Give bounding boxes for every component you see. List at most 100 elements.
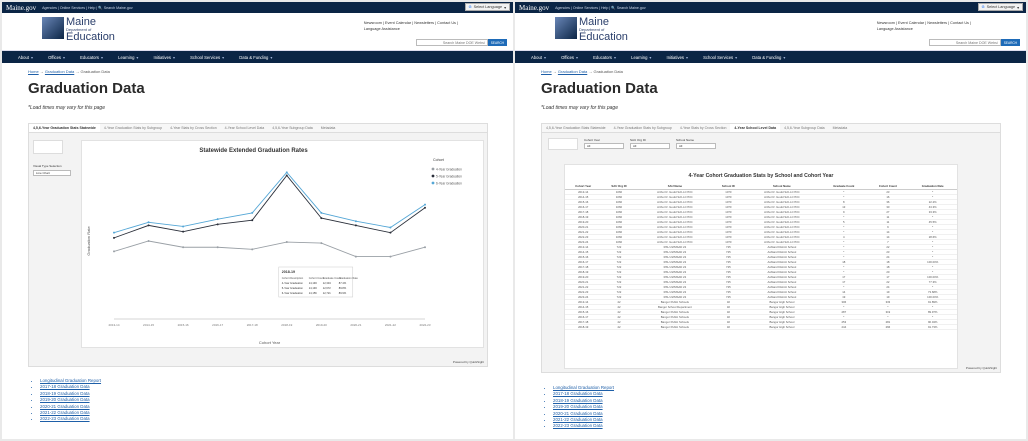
data-point xyxy=(320,217,323,220)
series-line xyxy=(113,240,426,258)
nav-educators[interactable]: Educators ▾ xyxy=(593,55,616,60)
legend-entry: 6-Year Graduation xyxy=(436,181,462,185)
data-point xyxy=(354,255,357,258)
tab-statewide[interactable]: 4,5,6-Year Graduation Stats Statewide xyxy=(29,124,100,132)
nav-school-services[interactable]: School Services ▾ xyxy=(703,55,737,60)
cohort-year-select[interactable]: All xyxy=(584,143,624,149)
nav-initiatives[interactable]: Initiatives ▾ xyxy=(667,55,689,60)
tab-statewide[interactable]: 4,5,6-Year Graduation Stats Statewide xyxy=(542,124,610,132)
tab-school-level[interactable]: 4-Year School Level Data xyxy=(221,124,269,132)
tooltip-cell: 89.9% xyxy=(339,291,347,295)
x-tick-label: 2020-21 xyxy=(350,323,361,327)
tab-cross-section[interactable]: 4-Year Stats by Cross Section xyxy=(676,124,731,132)
x-tick-label: 2017-18 xyxy=(247,323,258,327)
tooltip-header: Cohort Description xyxy=(282,276,304,280)
nav-data-funding[interactable]: Data & Funding ▾ xyxy=(752,55,785,60)
school-name-select[interactable]: All xyxy=(676,143,716,149)
nav-school-services[interactable]: School Services ▾ xyxy=(190,55,224,60)
data-point xyxy=(354,220,357,223)
crumb-parent[interactable]: Graduation Data xyxy=(558,69,587,74)
school-table-visual: 4-Year Cohort Graduation Stats by School… xyxy=(564,164,958,369)
doe-logo[interactable]: Maine Department of Education xyxy=(555,17,628,43)
crumb-home[interactable]: Home xyxy=(28,69,39,74)
state-outline-icon xyxy=(555,17,577,39)
table-cell: 266 xyxy=(867,324,909,330)
nav-initiatives[interactable]: Initiatives ▾ xyxy=(154,55,176,60)
statewide-chart: Statewide Extended Graduation Rates Cohor… xyxy=(81,140,484,348)
page-title: Graduation Data xyxy=(28,80,145,97)
chevron-down-icon: ▾ xyxy=(1017,5,1019,10)
data-point xyxy=(182,225,185,228)
filter-cohort-year: Cohort Year All xyxy=(584,138,624,150)
language-selector[interactable]: G Select Language ▾ xyxy=(464,3,510,11)
legend-entry: 4-Year Graduation xyxy=(436,167,462,171)
tab-school-level[interactable]: 4-Year School Level Data xyxy=(730,124,781,132)
tab-metadata[interactable]: Metadata xyxy=(829,124,852,132)
x-tick-label: 2014-15 xyxy=(143,323,154,327)
data-point xyxy=(424,206,426,209)
tab-subgroup[interactable]: 4-Year Graduation Stats by Subgroup xyxy=(610,124,676,132)
visual-type-select[interactable]: Line Chart xyxy=(33,170,71,176)
tooltip-cell: 12,721 xyxy=(323,291,331,295)
tab-subgroup-data[interactable]: 4,5,6-Year Subgroup Data xyxy=(780,124,829,132)
data-point xyxy=(216,246,219,249)
screenshot-school-level: Maine.gov Agencies | Online Services | H… xyxy=(515,2,1026,439)
tooltip-cell: 12,334 xyxy=(323,281,331,285)
crumb-home[interactable]: Home xyxy=(541,69,552,74)
nav-offices[interactable]: Offices ▾ xyxy=(48,55,65,60)
nav-educators[interactable]: Educators ▾ xyxy=(80,55,103,60)
caret-icon: ▾ xyxy=(649,54,652,60)
main-nav: About ▾ Offices ▾ Educators ▾ Learning ▾ Ini… xyxy=(515,51,1026,63)
maine-gov-logo[interactable]: Maine.gov xyxy=(6,4,36,12)
link-2022-23[interactable]: 2022-23 Graduation Data xyxy=(553,423,614,429)
nav-about[interactable]: About ▾ xyxy=(18,55,33,60)
caret-icon: ▾ xyxy=(136,54,139,60)
search-input[interactable] xyxy=(928,39,1001,46)
tooltip-cell: 5-Year Graduation xyxy=(282,286,304,290)
google-translate-icon: G xyxy=(981,5,985,9)
caret-icon: ▾ xyxy=(270,54,273,60)
tab-cross-section[interactable]: 4-Year Stats by Cross Section xyxy=(166,124,221,132)
caret-icon: ▾ xyxy=(576,54,579,60)
x-tick-label: 2018-19 xyxy=(281,323,292,327)
nav-learning[interactable]: Learning ▾ xyxy=(118,55,138,60)
agency-links[interactable]: Agencies | Online Services | Help | 🔍 Se… xyxy=(42,6,133,10)
nav-data-funding[interactable]: Data & Funding ▾ xyxy=(239,55,272,60)
search-button[interactable]: SEARCH xyxy=(1000,39,1020,46)
maine-gov-bar: Maine.gov Agencies | Online Services | H… xyxy=(2,2,513,13)
data-point xyxy=(251,248,254,251)
legend-marker xyxy=(431,181,435,185)
x-axis-label: Cohort Year xyxy=(259,340,281,345)
caret-icon: ▾ xyxy=(686,54,689,60)
legend-marker xyxy=(431,174,435,178)
table-cell: Bangor Public Schools xyxy=(636,324,714,330)
search-button[interactable]: SEARCH xyxy=(487,39,507,46)
agency-links[interactable]: Agencies | Online Services | Help | 🔍 Se… xyxy=(555,6,646,10)
link-2022-23[interactable]: 2022-23 Graduation Data xyxy=(40,416,101,422)
data-point xyxy=(424,203,426,206)
nav-offices[interactable]: Offices ▾ xyxy=(561,55,578,60)
x-tick-label: 2019-20 xyxy=(316,323,327,327)
sau-org-id-select[interactable]: All xyxy=(630,143,670,149)
caret-icon: ▾ xyxy=(173,54,176,60)
tab-subgroup[interactable]: 4-Year Graduation Stats by Subgroup xyxy=(100,124,166,132)
tab-subgroup-data[interactable]: 4,5,6-Year Subgroup Data xyxy=(268,124,317,132)
line-chart: Statewide Extended Graduation Rates Cohor… xyxy=(86,148,462,345)
crumb-parent[interactable]: Graduation Data xyxy=(45,69,74,74)
header-links[interactable]: Newsroom | Event Calendar | Newsletters … xyxy=(364,21,458,32)
header-links[interactable]: Newsroom | Event Calendar | Newsletters … xyxy=(877,21,971,32)
visual-type-label: Visual Type Selection xyxy=(33,164,62,168)
doe-logo[interactable]: Maine Department of Education xyxy=(42,17,115,43)
x-tick-label: 2022-23 xyxy=(419,323,430,327)
language-selector[interactable]: G Select Language ▾ xyxy=(977,3,1023,11)
state-outline-icon xyxy=(42,17,64,39)
filter-school-name: School Name All xyxy=(676,138,716,150)
tooltip-header: Graduation Rate xyxy=(339,276,359,280)
maine-gov-logo[interactable]: Maine.gov xyxy=(519,4,549,12)
search-input[interactable] xyxy=(415,39,488,46)
data-point xyxy=(285,171,288,174)
tab-metadata[interactable]: Metadata xyxy=(317,124,340,132)
nav-learning[interactable]: Learning ▾ xyxy=(631,55,651,60)
nav-about[interactable]: About ▾ xyxy=(531,55,546,60)
table-row: 2018-19 22 Bangor Public Schools 32 Bangor H… xyxy=(565,324,957,330)
